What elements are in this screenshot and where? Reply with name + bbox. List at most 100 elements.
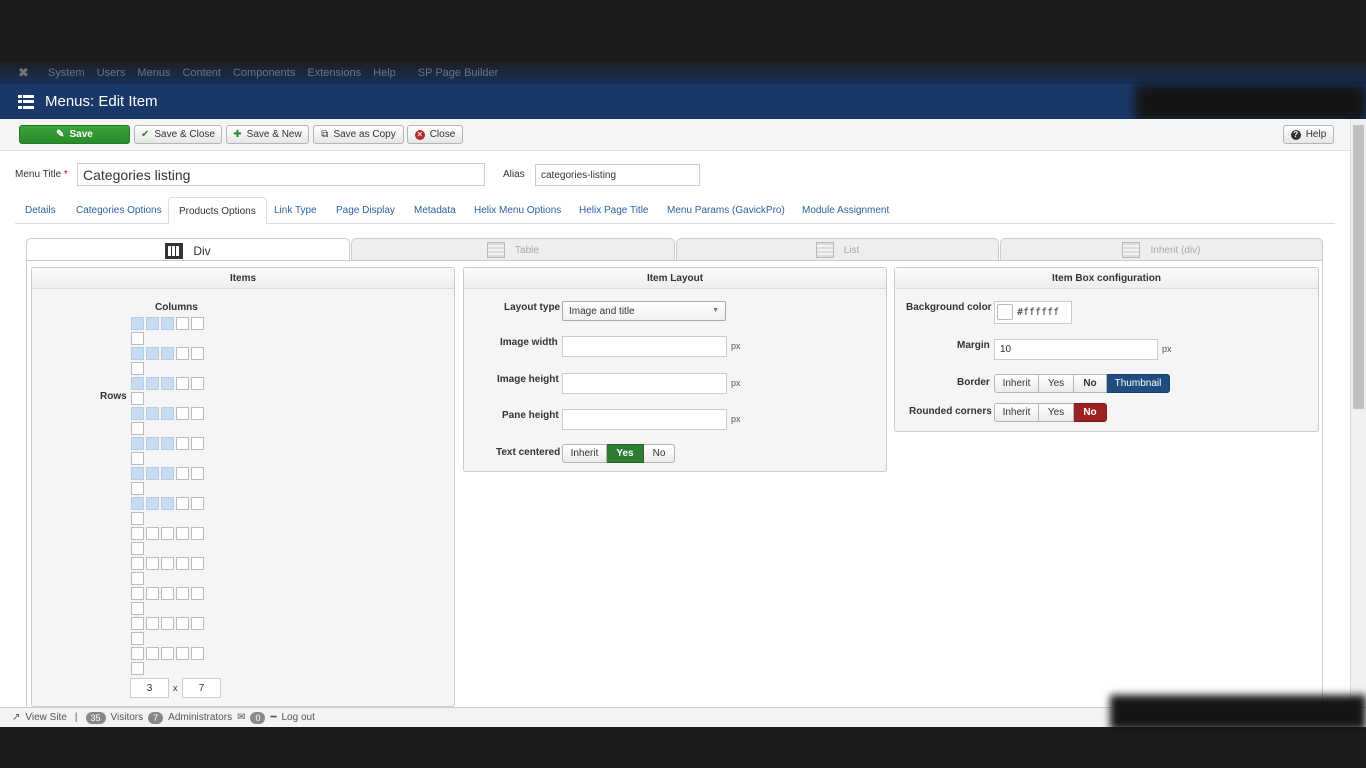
- grid-cell[interactable]: [176, 587, 189, 600]
- grid-cell[interactable]: [176, 437, 189, 450]
- grid-cell[interactable]: [146, 437, 159, 450]
- nav-help[interactable]: Help: [373, 67, 396, 79]
- grid-cell[interactable]: [161, 467, 174, 480]
- image-height-input[interactable]: [562, 373, 727, 394]
- border-thumbnail[interactable]: Thumbnail: [1107, 374, 1170, 393]
- grid-cell[interactable]: [176, 647, 189, 660]
- grid-cell[interactable]: [161, 617, 174, 630]
- grid-cell[interactable]: [191, 617, 204, 630]
- grid-cell[interactable]: [131, 317, 144, 330]
- grid-cell[interactable]: [191, 317, 204, 330]
- grid-cell[interactable]: [176, 527, 189, 540]
- close-button[interactable]: ✕ Close: [407, 125, 463, 144]
- grid-cell[interactable]: [191, 437, 204, 450]
- layout-type-select[interactable]: Image and title ▼: [562, 301, 726, 321]
- save-button[interactable]: ✎ Save: [19, 125, 130, 144]
- scrollbar-thumb[interactable]: [1353, 125, 1364, 409]
- grid-cell[interactable]: [131, 662, 144, 675]
- grid-cell[interactable]: [131, 497, 144, 510]
- grid-cell[interactable]: [146, 377, 159, 390]
- grid-cell[interactable]: [131, 587, 144, 600]
- tab-helix-page-title[interactable]: Helix Page Title: [569, 197, 658, 224]
- grid-cell[interactable]: [131, 602, 144, 615]
- tab-menu-params[interactable]: Menu Params (GavickPro): [657, 197, 795, 224]
- grid-cell[interactable]: [161, 587, 174, 600]
- grid-cell[interactable]: [191, 527, 204, 540]
- scrollbar[interactable]: [1350, 119, 1366, 707]
- grid-cell[interactable]: [131, 377, 144, 390]
- grid-cell[interactable]: [146, 497, 159, 510]
- tab-page-display[interactable]: Page Display: [326, 197, 405, 224]
- grid-cell[interactable]: [161, 377, 174, 390]
- margin-input[interactable]: 10: [994, 339, 1158, 360]
- grid-cell[interactable]: [161, 407, 174, 420]
- tab-link-type[interactable]: Link Type: [264, 197, 327, 224]
- border-inherit[interactable]: Inherit: [994, 374, 1039, 393]
- image-width-input[interactable]: [562, 336, 727, 357]
- grid-cell[interactable]: [131, 557, 144, 570]
- grid-cell[interactable]: [131, 482, 144, 495]
- grid-cell[interactable]: [191, 407, 204, 420]
- grid-cell[interactable]: [161, 557, 174, 570]
- grid-cell[interactable]: [131, 572, 144, 585]
- tab-details[interactable]: Details: [15, 197, 66, 224]
- grid-cell[interactable]: [146, 587, 159, 600]
- joomla-logo-icon[interactable]: ✖: [18, 65, 48, 81]
- nav-extensions[interactable]: Extensions: [307, 67, 361, 79]
- grid-cell[interactable]: [131, 542, 144, 555]
- grid-cell[interactable]: [131, 467, 144, 480]
- grid-cell[interactable]: [191, 377, 204, 390]
- save-new-button[interactable]: ✚ Save & New: [226, 125, 309, 144]
- grid-cell[interactable]: [176, 617, 189, 630]
- grid-cell[interactable]: [191, 467, 204, 480]
- color-swatch[interactable]: [997, 304, 1013, 320]
- grid-cell[interactable]: [191, 557, 204, 570]
- grid-cell[interactable]: [191, 347, 204, 360]
- grid-cell[interactable]: [131, 617, 144, 630]
- rounded-inherit[interactable]: Inherit: [994, 403, 1039, 422]
- tab-categories-options[interactable]: Categories Options: [66, 197, 172, 224]
- grid-cell[interactable]: [131, 422, 144, 435]
- grid-cell[interactable]: [161, 437, 174, 450]
- nav-components[interactable]: Components: [233, 67, 295, 79]
- grid-cell[interactable]: [131, 407, 144, 420]
- grid-cell[interactable]: [146, 647, 159, 660]
- grid-cell[interactable]: [131, 392, 144, 405]
- save-copy-button[interactable]: ⧉ Save as Copy: [313, 125, 404, 144]
- layout-tab-inherit[interactable]: Inherit (div): [1000, 238, 1323, 261]
- nav-menus[interactable]: Menus: [137, 67, 170, 79]
- grid-cell[interactable]: [131, 647, 144, 660]
- layout-tab-div[interactable]: Div: [26, 238, 350, 262]
- grid-cell[interactable]: [146, 317, 159, 330]
- help-button[interactable]: ? Help: [1283, 125, 1334, 144]
- tab-helix-menu-options[interactable]: Helix Menu Options: [464, 197, 571, 224]
- nav-content[interactable]: Content: [182, 67, 221, 79]
- grid-cell[interactable]: [131, 512, 144, 525]
- grid-cell[interactable]: [131, 347, 144, 360]
- grid-cell[interactable]: [146, 617, 159, 630]
- grid-cell[interactable]: [176, 377, 189, 390]
- view-site-link[interactable]: View Site: [25, 712, 67, 723]
- grid-cell[interactable]: [146, 467, 159, 480]
- grid-cell[interactable]: [161, 347, 174, 360]
- grid-cell[interactable]: [131, 437, 144, 450]
- grid-cell[interactable]: [161, 527, 174, 540]
- grid-cell[interactable]: [176, 347, 189, 360]
- grid-cell[interactable]: [131, 452, 144, 465]
- grid-cell[interactable]: [131, 632, 144, 645]
- text-centered-no[interactable]: No: [644, 444, 675, 463]
- tab-metadata[interactable]: Metadata: [404, 197, 466, 224]
- grid-cell[interactable]: [161, 317, 174, 330]
- text-centered-inherit[interactable]: Inherit: [562, 444, 607, 463]
- grid-cell[interactable]: [191, 647, 204, 660]
- grid-cell[interactable]: [146, 557, 159, 570]
- grid-cell[interactable]: [161, 647, 174, 660]
- grid-cell[interactable]: [146, 527, 159, 540]
- nav-system[interactable]: System: [48, 67, 85, 79]
- grid-cell[interactable]: [146, 407, 159, 420]
- rounded-yes[interactable]: Yes: [1039, 403, 1074, 422]
- grid-cell[interactable]: [131, 332, 144, 345]
- text-centered-yes[interactable]: Yes: [607, 444, 644, 463]
- grid-cell[interactable]: [131, 362, 144, 375]
- layout-tab-table[interactable]: Table: [351, 238, 675, 261]
